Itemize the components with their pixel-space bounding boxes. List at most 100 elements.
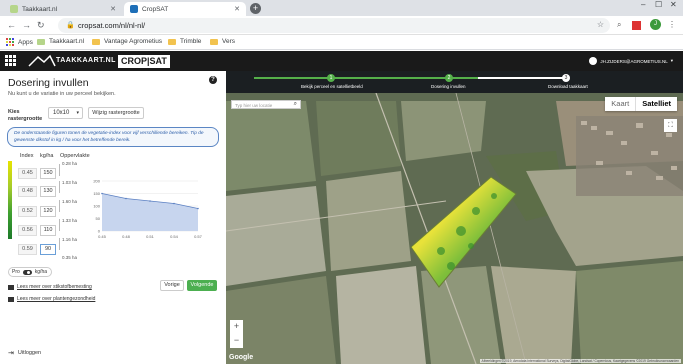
chart-point [101,192,103,195]
step-1-label: Bekijk perceel en satellietbeeld [301,84,363,89]
omnibox[interactable]: 🔒 cropsat.com/nl/nl-nl/ ☆ [58,18,610,33]
user-email: JH.ZIJDERS@AGROMETIUS.NL [600,58,668,64]
apps-grid-icon [6,38,14,46]
tab-taakkaart[interactable]: Taakkaart.nl ✕ [4,2,122,16]
search-extension-icon[interactable]: ⌕ [617,20,621,30]
app-menu-grid-icon[interactable] [5,55,16,66]
stepper-track [254,77,566,79]
info-box: De onderstaande figuren tonen de vegetat… [7,127,219,147]
area-value: 1.33 ha [62,218,78,223]
next-button[interactable]: Volgende [187,280,217,291]
bookmark-star-icon[interactable]: ☆ [597,20,604,29]
chart-xtick-label: 0.54 [170,234,179,239]
close-tab-icon[interactable]: ✕ [234,5,240,13]
area-value: 1.03 ha [62,180,78,185]
map-type-switch: Kaart Satelliet [605,97,677,111]
address-bar-row: ← → ↻ 🔒 cropsat.com/nl/nl-nl/ ☆ ⌕ J ⋮ [0,16,683,35]
column-header-area: Oppervlakte [60,153,90,159]
area-value: 1.60 ha [62,199,78,204]
chart-ytick-label: 100 [93,204,100,209]
taakkaart-bookmark-icon [37,38,45,45]
panel-title: Dosering invullen [8,77,89,89]
chart-ytick-label: 50 [96,216,101,221]
minimize-icon[interactable]: – [641,0,645,9]
tab-cropsat[interactable]: CropSAT ✕ [124,2,246,16]
bookmark-label: Trimble [180,38,202,45]
dosering-panel: Dosering invullen Nu kunt u de variatie … [0,71,226,364]
google-logo: Google [229,354,254,361]
chevron-down-icon: ▾ [670,58,673,63]
step-3-label: Download taakkaart [548,84,588,89]
fullscreen-icon[interactable]: ⛶ [664,119,677,132]
book-icon [8,284,14,290]
maximize-icon[interactable]: ☐ [655,0,662,9]
area-value: 1.16 ha [62,237,78,242]
folder-icon [210,38,218,45]
kgha-input[interactable]: 150 [40,168,56,179]
bookmark-vers[interactable]: Vers [210,38,235,45]
kgha-input[interactable]: 110 [40,225,56,236]
search-icon[interactable]: ⌕ [294,101,297,108]
chevron-down-icon: ▾ [76,110,79,116]
bookmarks-bar: Apps Taakkaart.nl Vantage Agrometius Tri… [0,35,683,50]
toggle-switch-icon[interactable] [22,269,32,275]
link-nitrogen[interactable]: Lees meer over stikstofbemesting [8,284,92,290]
bookmark-vantage[interactable]: Vantage Agrometius [92,38,162,45]
forward-icon[interactable]: → [22,20,31,30]
bookmark-taakkaart[interactable]: Taakkaart.nl [37,38,84,45]
step-3-icon: 3 [562,74,570,82]
taakkaart-favicon-icon [10,5,18,13]
map-type-satellite-button[interactable]: Satelliet [635,97,677,111]
url-text: cropsat.com/nl/nl-nl/ [78,21,146,30]
location-search-input[interactable]: Typ hier uw locatie ⌕ [231,100,301,109]
link-label: Lees meer over stikstofbemesting [17,284,92,290]
user-account-menu[interactable]: JH.ZIJDERS@AGROMETIUS.NL ▾ [589,57,673,65]
profile-avatar[interactable]: J [650,19,661,30]
back-icon[interactable]: ← [7,20,16,30]
satellite-map[interactable]: 1 Bekijk perceel en satellietbeeld 2 Dos… [226,71,683,364]
kgha-input[interactable]: 130 [40,186,56,197]
help-icon[interactable]: ? [209,76,217,84]
close-tab-icon[interactable]: ✕ [110,5,116,13]
chart-point [149,200,151,202]
logout-button[interactable]: ⇥ Uitloggen [8,349,41,357]
folder-icon [168,38,176,45]
reload-icon[interactable]: ↻ [37,20,45,31]
cropsat-favicon-icon [130,5,138,13]
chart-point [173,202,175,205]
new-tab-button[interactable]: + [250,3,261,14]
previous-button[interactable]: Vorige [160,280,184,291]
logo-crop: CROP [121,56,148,66]
search-placeholder: Typ hier uw locatie [235,103,273,108]
bookmark-trimble[interactable]: Trimble [168,38,201,45]
toggle-right-label: kg/ha [34,269,48,275]
taakkaart-logo-icon [28,54,56,67]
zoom-in-button[interactable]: + [230,320,243,334]
bookmark-label: Taakkaart.nl [49,38,85,45]
logout-label: Uitloggen [17,350,42,356]
chart-xtick-label: 0.45 [98,234,107,239]
kgha-input[interactable]: 90 [40,244,56,255]
tab-title: CropSAT [142,5,169,13]
bookmark-label: Apps [18,38,33,46]
index-value: 0.52 [18,206,37,217]
grid-size-select[interactable]: 10x10 ▾ [48,107,83,119]
bookmark-apps[interactable]: Apps [6,38,33,46]
menu-kebab-icon[interactable]: ⋮ [668,20,676,29]
change-grid-button[interactable]: Wijzig rastergrootte [88,107,144,119]
close-window-icon[interactable]: ✕ [670,0,677,9]
index-value: 0.56 [18,225,37,236]
grid-size-label: Kies rastergrootte [8,109,43,122]
tab-title: Taakkaart.nl [22,5,58,13]
pdf-extension-icon[interactable] [632,21,641,30]
area-divider [59,181,60,193]
user-avatar-icon [589,57,598,65]
kgha-input[interactable]: 120 [40,206,56,217]
column-header-kgha: kg/ha [40,153,54,159]
unit-toggle[interactable]: Pro kg/ha [8,267,52,277]
index-gradient-bar [8,161,12,239]
bookmark-label: Vantage Agrometius [104,38,163,45]
map-type-map-button[interactable]: Kaart [605,97,635,111]
link-plant-health[interactable]: Lees meer over plantengezondheid [8,296,95,302]
zoom-out-button[interactable]: − [230,334,243,348]
